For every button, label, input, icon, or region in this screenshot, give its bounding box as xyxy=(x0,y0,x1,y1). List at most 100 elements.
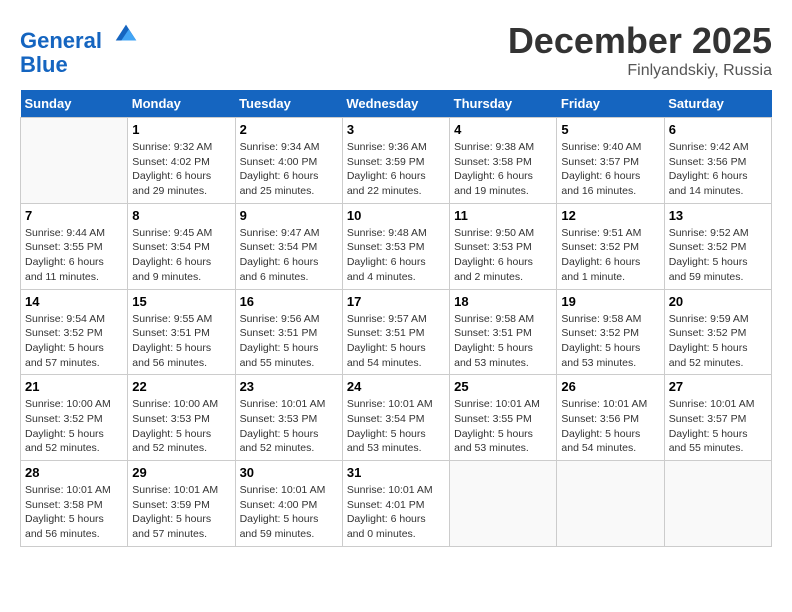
day-info: Sunrise: 10:00 AMSunset: 3:52 PMDaylight… xyxy=(25,397,123,456)
day-cell: 6 Sunrise: 9:42 AMSunset: 3:56 PMDaylight… xyxy=(664,118,771,204)
day-cell: 17Sunrise: 9:57 AMSunset: 3:51 PMDayligh… xyxy=(342,289,449,375)
week-row-3: 21Sunrise: 10:00 AMSunset: 3:52 PMDaylig… xyxy=(21,375,772,461)
day-number: 30 xyxy=(240,465,338,480)
day-number: 27 xyxy=(669,379,767,394)
day-cell: 1 Sunrise: 9:32 AMSunset: 4:02 PMDaylight… xyxy=(128,118,235,204)
day-cell xyxy=(664,461,771,547)
day-number: 8 xyxy=(132,208,230,223)
day-cell: 25 Sunrise: 10:01 AMSunset: 3:55 PMDaylig… xyxy=(450,375,557,461)
day-cell: 2 Sunrise: 9:34 AMSunset: 4:00 PMDaylight… xyxy=(235,118,342,204)
title-block: December 2025 Finlyandskiy, Russia xyxy=(508,20,772,80)
day-number: 11 xyxy=(454,208,552,223)
day-cell: 21Sunrise: 10:00 AMSunset: 3:52 PMDaylig… xyxy=(21,375,128,461)
weekday-sunday: Sunday xyxy=(21,90,128,118)
day-cell: 11 Sunrise: 9:50 AMSunset: 3:53 PMDayligh… xyxy=(450,203,557,289)
week-row-4: 28 Sunrise: 10:01 AMSunset: 3:58 PMDaylig… xyxy=(21,461,772,547)
day-cell: 22Sunrise: 10:00 AMSunset: 3:53 PMDaylig… xyxy=(128,375,235,461)
location: Finlyandskiy, Russia xyxy=(508,62,772,80)
day-cell: 3Sunrise: 9:36 AMSunset: 3:59 PMDaylight… xyxy=(342,118,449,204)
day-info: Sunrise: 9:55 AMSunset: 3:51 PMDaylight:… xyxy=(132,312,230,371)
day-number: 9 xyxy=(240,208,338,223)
day-info: Sunrise: 9:42 AMSunset: 3:56 PMDaylight:… xyxy=(669,140,767,199)
day-cell: 10 Sunrise: 9:48 AMSunset: 3:53 PMDayligh… xyxy=(342,203,449,289)
weekday-saturday: Saturday xyxy=(664,90,771,118)
day-info: Sunrise: 9:58 AMSunset: 3:52 PMDaylight:… xyxy=(561,312,659,371)
day-number: 14 xyxy=(25,294,123,309)
day-info: Sunrise: 10:01 AMSunset: 4:00 PMDaylight… xyxy=(240,483,338,542)
day-info: Sunrise: 10:01 AMSunset: 4:01 PMDaylight… xyxy=(347,483,445,542)
day-number: 2 xyxy=(240,122,338,137)
weekday-wednesday: Wednesday xyxy=(342,90,449,118)
day-info: Sunrise: 10:01 AMSunset: 3:53 PMDaylight… xyxy=(240,397,338,456)
day-info: Sunrise: 10:01 AMSunset: 3:54 PMDaylight… xyxy=(347,397,445,456)
day-number: 5 xyxy=(561,122,659,137)
day-number: 29 xyxy=(132,465,230,480)
month-title: December 2025 xyxy=(508,20,772,62)
day-info: Sunrise: 9:48 AMSunset: 3:53 PMDaylight:… xyxy=(347,226,445,285)
day-info: Sunrise: 9:40 AMSunset: 3:57 PMDaylight:… xyxy=(561,140,659,199)
day-info: Sunrise: 9:34 AMSunset: 4:00 PMDaylight:… xyxy=(240,140,338,199)
day-number: 12 xyxy=(561,208,659,223)
day-info: Sunrise: 10:01 AMSunset: 3:59 PMDaylight… xyxy=(132,483,230,542)
day-cell xyxy=(21,118,128,204)
day-number: 3 xyxy=(347,122,445,137)
page-header: General Blue December 2025 Finlyandskiy,… xyxy=(20,20,772,80)
day-info: Sunrise: 10:01 AMSunset: 3:56 PMDaylight… xyxy=(561,397,659,456)
weekday-monday: Monday xyxy=(128,90,235,118)
day-number: 23 xyxy=(240,379,338,394)
day-info: Sunrise: 9:56 AMSunset: 3:51 PMDaylight:… xyxy=(240,312,338,371)
week-row-0: 1 Sunrise: 9:32 AMSunset: 4:02 PMDaylight… xyxy=(21,118,772,204)
day-cell: 20 Sunrise: 9:59 AMSunset: 3:52 PMDayligh… xyxy=(664,289,771,375)
day-cell: 8 Sunrise: 9:45 AMSunset: 3:54 PMDaylight… xyxy=(128,203,235,289)
weekday-tuesday: Tuesday xyxy=(235,90,342,118)
day-cell: 15 Sunrise: 9:55 AMSunset: 3:51 PMDayligh… xyxy=(128,289,235,375)
logo-text: General xyxy=(20,20,140,53)
week-row-1: 7Sunrise: 9:44 AMSunset: 3:55 PMDaylight… xyxy=(21,203,772,289)
day-cell: 7Sunrise: 9:44 AMSunset: 3:55 PMDaylight… xyxy=(21,203,128,289)
logo-blue: Blue xyxy=(20,53,140,77)
day-number: 20 xyxy=(669,294,767,309)
calendar-body: 1 Sunrise: 9:32 AMSunset: 4:02 PMDaylight… xyxy=(21,118,772,547)
day-number: 6 xyxy=(669,122,767,137)
day-cell: 24Sunrise: 10:01 AMSunset: 3:54 PMDaylig… xyxy=(342,375,449,461)
day-info: Sunrise: 9:45 AMSunset: 3:54 PMDaylight:… xyxy=(132,226,230,285)
day-number: 15 xyxy=(132,294,230,309)
day-info: Sunrise: 10:01 AMSunset: 3:55 PMDaylight… xyxy=(454,397,552,456)
day-number: 13 xyxy=(669,208,767,223)
logo: General Blue xyxy=(20,20,140,77)
day-number: 1 xyxy=(132,122,230,137)
day-cell: 12Sunrise: 9:51 AMSunset: 3:52 PMDayligh… xyxy=(557,203,664,289)
day-number: 19 xyxy=(561,294,659,309)
day-info: Sunrise: 9:47 AMSunset: 3:54 PMDaylight:… xyxy=(240,226,338,285)
day-cell: 29 Sunrise: 10:01 AMSunset: 3:59 PMDaylig… xyxy=(128,461,235,547)
weekday-friday: Friday xyxy=(557,90,664,118)
day-info: Sunrise: 9:50 AMSunset: 3:53 PMDaylight:… xyxy=(454,226,552,285)
day-cell: 19 Sunrise: 9:58 AMSunset: 3:52 PMDayligh… xyxy=(557,289,664,375)
day-info: Sunrise: 9:59 AMSunset: 3:52 PMDaylight:… xyxy=(669,312,767,371)
day-info: Sunrise: 9:52 AMSunset: 3:52 PMDaylight:… xyxy=(669,226,767,285)
day-number: 10 xyxy=(347,208,445,223)
day-number: 16 xyxy=(240,294,338,309)
weekday-thursday: Thursday xyxy=(450,90,557,118)
day-cell: 9 Sunrise: 9:47 AMSunset: 3:54 PMDaylight… xyxy=(235,203,342,289)
day-number: 25 xyxy=(454,379,552,394)
day-cell: 16 Sunrise: 9:56 AMSunset: 3:51 PMDayligh… xyxy=(235,289,342,375)
day-cell: 14 Sunrise: 9:54 AMSunset: 3:52 PMDayligh… xyxy=(21,289,128,375)
day-cell: 18Sunrise: 9:58 AMSunset: 3:51 PMDayligh… xyxy=(450,289,557,375)
day-cell: 13 Sunrise: 9:52 AMSunset: 3:52 PMDayligh… xyxy=(664,203,771,289)
logo-general: General xyxy=(20,28,102,53)
day-number: 18 xyxy=(454,294,552,309)
day-info: Sunrise: 10:01 AMSunset: 3:58 PMDaylight… xyxy=(25,483,123,542)
day-info: Sunrise: 10:01 AMSunset: 3:57 PMDaylight… xyxy=(669,397,767,456)
day-info: Sunrise: 9:32 AMSunset: 4:02 PMDaylight:… xyxy=(132,140,230,199)
week-row-2: 14 Sunrise: 9:54 AMSunset: 3:52 PMDayligh… xyxy=(21,289,772,375)
day-info: Sunrise: 10:00 AMSunset: 3:53 PMDaylight… xyxy=(132,397,230,456)
day-cell: 26Sunrise: 10:01 AMSunset: 3:56 PMDaylig… xyxy=(557,375,664,461)
day-number: 31 xyxy=(347,465,445,480)
day-cell: 27 Sunrise: 10:01 AMSunset: 3:57 PMDaylig… xyxy=(664,375,771,461)
day-info: Sunrise: 9:44 AMSunset: 3:55 PMDaylight:… xyxy=(25,226,123,285)
day-info: Sunrise: 9:54 AMSunset: 3:52 PMDaylight:… xyxy=(25,312,123,371)
day-number: 28 xyxy=(25,465,123,480)
day-cell: 4Sunrise: 9:38 AMSunset: 3:58 PMDaylight… xyxy=(450,118,557,204)
day-info: Sunrise: 9:57 AMSunset: 3:51 PMDaylight:… xyxy=(347,312,445,371)
